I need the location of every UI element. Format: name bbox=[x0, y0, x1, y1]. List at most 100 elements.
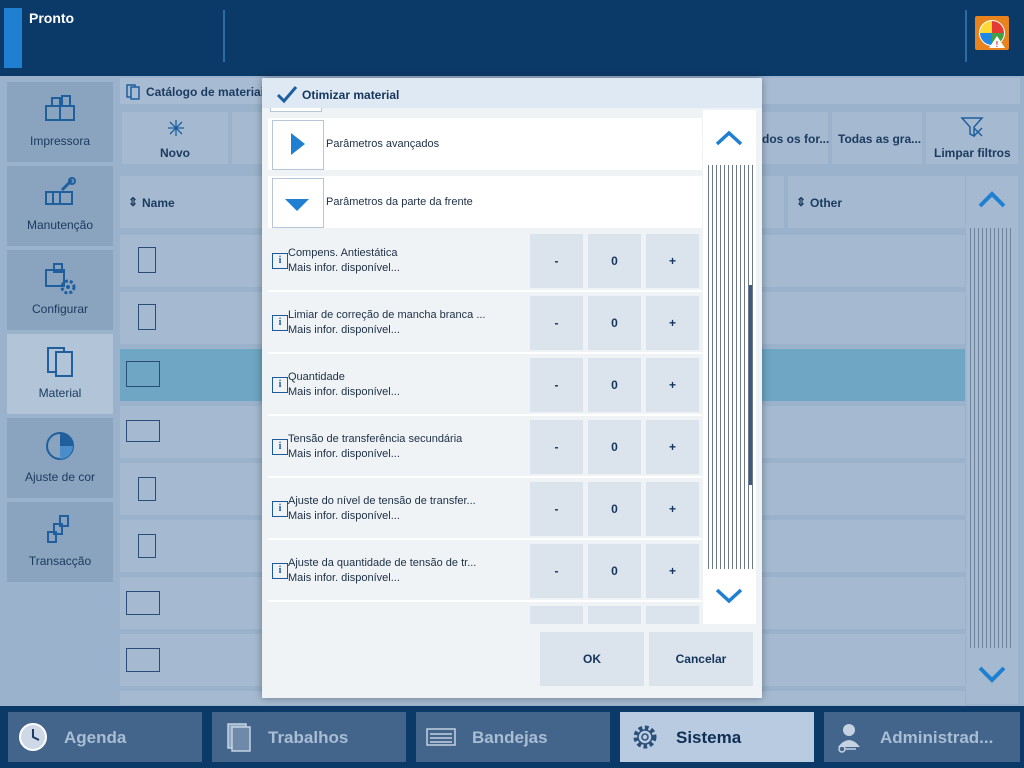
ok-button[interactable]: OK bbox=[540, 632, 644, 686]
row-divider bbox=[268, 600, 702, 602]
value-field[interactable]: 0 bbox=[588, 544, 641, 598]
info-icon[interactable]: i bbox=[272, 253, 288, 269]
param-row: i Limiar de correção de mancha branca ..… bbox=[268, 294, 702, 354]
transaction-icon bbox=[47, 515, 69, 543]
more-info-link[interactable]: Mais infor. disponível... bbox=[288, 262, 400, 274]
scroll-track[interactable] bbox=[968, 228, 1014, 648]
nav-trabalhos[interactable]: Trabalhos bbox=[212, 712, 406, 762]
nav-administrador[interactable]: Administrad... bbox=[824, 712, 1020, 762]
info-icon[interactable]: i bbox=[272, 501, 288, 517]
decrement-button[interactable]: - bbox=[530, 544, 583, 598]
row-divider bbox=[268, 538, 702, 540]
trays-icon bbox=[426, 728, 456, 746]
sidebar-item-impressora[interactable]: Impressora bbox=[7, 82, 113, 162]
sidebar-item-transaccao[interactable]: Transacção bbox=[7, 502, 113, 582]
sidebar-item-label: Ajuste de cor bbox=[24, 470, 96, 484]
sidebar-item-label: Configurar bbox=[31, 302, 89, 316]
increment-button[interactable]: + bbox=[646, 482, 699, 536]
value-field[interactable] bbox=[588, 606, 641, 624]
toolbar-button[interactable] bbox=[232, 112, 262, 164]
row-divider bbox=[268, 414, 702, 416]
printer-icon bbox=[45, 95, 75, 121]
decrement-button[interactable] bbox=[530, 606, 583, 624]
section-advanced-parameters[interactable]: Parâmetros avançados bbox=[268, 118, 702, 170]
param-row: i Tensão de transferência secundária Mai… bbox=[268, 418, 702, 478]
dialog-scrollbar[interactable] bbox=[703, 110, 756, 624]
increment-button[interactable] bbox=[646, 606, 699, 624]
status-bar bbox=[0, 0, 1024, 76]
column-header-name[interactable]: ⇕ Name bbox=[120, 176, 262, 228]
value-field[interactable]: 0 bbox=[588, 296, 641, 350]
media-thumbnail-icon bbox=[126, 420, 160, 442]
section-front-side-parameters[interactable]: Parâmetros da parte da frente bbox=[268, 176, 702, 228]
catalog-title: Catálogo de materiai bbox=[146, 85, 265, 99]
sort-icon: ⇕ bbox=[796, 195, 807, 209]
checkmark-icon bbox=[276, 86, 298, 104]
media-thumbnail-icon bbox=[138, 247, 156, 273]
more-info-link[interactable]: Mais infor. disponível... bbox=[288, 572, 400, 584]
decrement-button[interactable]: - bbox=[530, 420, 583, 474]
sidebar-item-ajuste-de-cor[interactable]: Ajuste de cor bbox=[7, 418, 113, 498]
increment-button[interactable]: + bbox=[646, 234, 699, 288]
nav-agenda[interactable]: Agenda bbox=[8, 712, 202, 762]
increment-button[interactable]: + bbox=[646, 358, 699, 412]
info-icon[interactable]: i bbox=[272, 439, 288, 455]
cancel-button[interactable]: Cancelar bbox=[649, 632, 753, 686]
param-row: i Ajuste do nível de tensão de transfer.… bbox=[268, 480, 702, 540]
decrement-button[interactable]: - bbox=[530, 482, 583, 536]
info-icon[interactable]: i bbox=[272, 315, 288, 331]
scroll-thumb[interactable] bbox=[749, 285, 752, 485]
collapse-toggle[interactable] bbox=[272, 178, 324, 228]
row-divider bbox=[268, 290, 702, 292]
decrement-button[interactable]: - bbox=[530, 234, 583, 288]
scroll-up-button[interactable] bbox=[705, 112, 754, 164]
color-adjust-icon bbox=[46, 432, 74, 460]
clear-filter-icon bbox=[960, 117, 984, 138]
scroll-down-button[interactable] bbox=[705, 570, 754, 622]
scroll-down-icon bbox=[978, 666, 1006, 683]
documents-icon bbox=[227, 723, 251, 752]
configure-gear-icon bbox=[45, 263, 76, 295]
all-formats-filter[interactable]: dos os for... bbox=[762, 112, 829, 164]
scroll-track[interactable] bbox=[706, 165, 753, 569]
sidebar-item-configurar[interactable]: Configurar bbox=[7, 250, 113, 330]
param-row-partial bbox=[268, 604, 702, 624]
row-divider bbox=[268, 476, 702, 478]
dialog-title: Otimizar material bbox=[302, 88, 400, 102]
value-field[interactable]: 0 bbox=[588, 482, 641, 536]
color-wheel-logo-icon[interactable]: ! bbox=[975, 16, 1009, 50]
all-weights-filter[interactable]: Todas as gra... bbox=[832, 112, 922, 164]
scroll-up-icon bbox=[978, 191, 1006, 208]
nav-sistema[interactable]: Sistema bbox=[620, 712, 814, 762]
value-field[interactable]: 0 bbox=[588, 420, 641, 474]
more-info-link[interactable]: Mais infor. disponível... bbox=[288, 510, 400, 522]
sidebar-item-label: Impressora bbox=[29, 134, 91, 148]
expand-toggle[interactable] bbox=[272, 120, 324, 170]
material-icon bbox=[47, 347, 73, 377]
param-row: i Quantidade Mais infor. disponível... -… bbox=[268, 356, 702, 416]
decrement-button[interactable]: - bbox=[530, 358, 583, 412]
new-button[interactable]: Novo bbox=[122, 112, 228, 164]
clear-filters-button[interactable]: Limpar filtros bbox=[926, 112, 1018, 164]
chevron-right-icon bbox=[291, 133, 305, 155]
column-header-other[interactable]: ⇕ Other bbox=[788, 176, 965, 228]
column-header[interactable] bbox=[762, 176, 784, 228]
param-row: i Ajuste da quantidade de tensão de tr..… bbox=[268, 542, 702, 602]
sidebar-item-manutencao[interactable]: Manutenção bbox=[7, 166, 113, 246]
increment-button[interactable]: + bbox=[646, 544, 699, 598]
more-info-link[interactable]: Mais infor. disponível... bbox=[288, 324, 400, 336]
chevron-up-icon bbox=[715, 130, 743, 146]
info-icon[interactable]: i bbox=[272, 377, 288, 393]
increment-button[interactable]: + bbox=[646, 296, 699, 350]
decrement-button[interactable]: - bbox=[530, 296, 583, 350]
sidebar-item-material[interactable]: Material bbox=[7, 334, 113, 414]
increment-button[interactable]: + bbox=[646, 420, 699, 474]
nav-bandejas[interactable]: Bandejas bbox=[416, 712, 610, 762]
media-thumbnail-icon bbox=[138, 534, 156, 558]
value-field[interactable]: 0 bbox=[588, 358, 641, 412]
value-field[interactable]: 0 bbox=[588, 234, 641, 288]
more-info-link[interactable]: Mais infor. disponível... bbox=[288, 448, 400, 460]
info-icon[interactable]: i bbox=[272, 563, 288, 579]
table-scrollbar[interactable] bbox=[966, 176, 1018, 704]
more-info-link[interactable]: Mais infor. disponível... bbox=[288, 386, 400, 398]
